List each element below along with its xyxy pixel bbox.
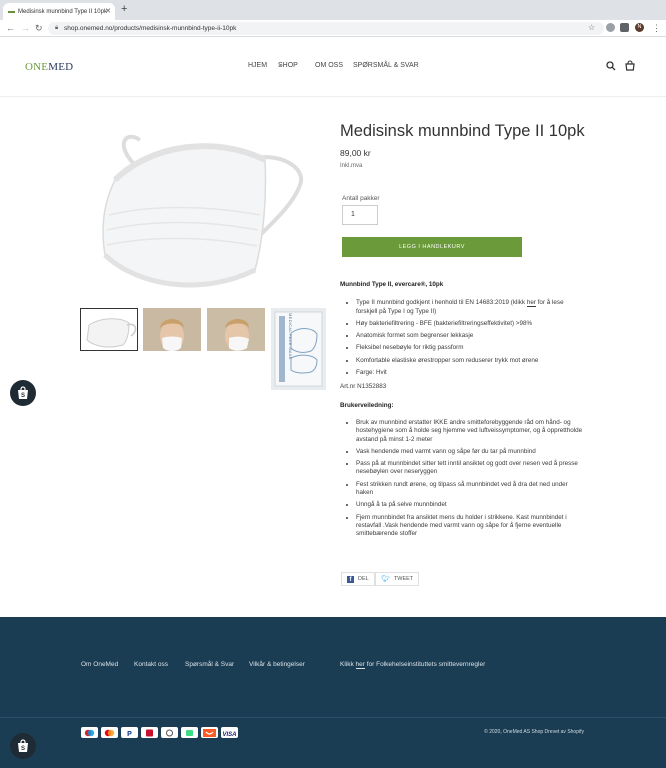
add-to-cart-button[interactable]: LEGG I HANDLEKURV	[342, 237, 522, 257]
article-number: Art.nr N1352883	[340, 383, 387, 391]
vipps-icon	[201, 727, 218, 738]
thumbnail-mask[interactable]	[80, 308, 138, 351]
fhi-pre: Klikk	[340, 661, 356, 668]
thumbnail-package[interactable]: MEDICAL FACE MASK	[271, 308, 326, 390]
footer-link-faq[interactable]: Spørsmål & Svar	[185, 661, 234, 668]
reload-icon[interactable]: ↻	[35, 22, 43, 34]
thumbnail-person-side[interactable]	[207, 308, 265, 351]
feature-item: Farge: Hvit	[356, 369, 585, 377]
usage-heading: Brukerveiledning:	[340, 401, 394, 409]
usage-item: Fjern munnbindet fra ansiktet mens du ho…	[356, 514, 585, 539]
footer-link-kontakt[interactable]: Kontakt oss	[134, 661, 168, 668]
package-box-text: MEDICAL FACE MASK	[288, 313, 293, 360]
url-text: shop.onemed.no/products/medisinsk-munnbi…	[64, 25, 237, 32]
svg-text:VISA: VISA	[222, 732, 236, 737]
footer-bottom	[0, 717, 666, 768]
usage-item: Fest strikken rundt ørene, og tilpass så…	[356, 481, 585, 498]
new-tab-icon[interactable]: +	[121, 4, 127, 15]
usage-list: Bruk av munnbind erstatter IKKE andre sm…	[340, 419, 585, 539]
tab-title: Medisinsk munnbind Type II 10pk	[18, 8, 107, 15]
browser-tab[interactable]: Medisinsk munnbind Type II 10pk ✕	[3, 3, 115, 20]
chevron-down-icon: ⌄	[278, 62, 283, 68]
google-pay-icon	[181, 727, 198, 738]
usage-item: Pass på at munnbindet sitter tett inntil…	[356, 460, 585, 477]
product-price: 89,00 kr	[340, 148, 371, 158]
package-thumb-image	[271, 308, 326, 390]
fhi-link[interactable]: her	[355, 661, 365, 669]
close-tab-icon[interactable]: ✕	[105, 7, 111, 15]
browser-menu-icon[interactable]: ⋮	[652, 22, 661, 34]
product-description: Munnbind Type II, evercare®, 10pk Type I…	[340, 281, 585, 543]
forward-icon[interactable]: →	[21, 22, 30, 34]
maestro-icon	[81, 727, 98, 738]
feature-list: Type II munnbind godkjent i henhold til …	[340, 299, 585, 377]
browser-tab-bar: Medisinsk munnbind Type II 10pk ✕ +	[0, 0, 666, 20]
twitter-icon: 🐦︎	[381, 576, 390, 583]
bankaxept-icon	[141, 727, 158, 738]
extensions-puzzle-icon[interactable]	[620, 23, 629, 32]
address-bar-row: ← → ↻ 🔒︎ shop.onemed.no/products/medisin…	[0, 20, 666, 37]
search-icon[interactable]	[606, 60, 616, 72]
feature-item: Anatomisk formet som begrenser lekkasje	[356, 332, 585, 340]
footer-link-om-onemed[interactable]: Om OneMed	[81, 661, 118, 668]
share-label: DEL	[358, 576, 369, 582]
back-icon[interactable]: ←	[6, 22, 15, 34]
mask-thumb-image	[81, 309, 137, 350]
tweet-label: TWEET	[393, 576, 414, 582]
usage-item: Unngå å ta på selve munnbindet	[356, 501, 585, 509]
person-side-thumb-image	[207, 308, 265, 351]
fhi-post: for Folkehelseinstituttets smittevernreg…	[364, 661, 486, 668]
url-input[interactable]: 🔒︎ shop.onemed.no/products/medisinsk-mun…	[48, 22, 604, 35]
lock-icon: 🔒︎	[55, 25, 59, 31]
vat-note: Inkl.mva	[340, 163, 363, 169]
quantity-label: Antall pakker	[342, 195, 380, 202]
usage-item: Vask hendende med varmt vann og såpe før…	[356, 448, 585, 456]
twitter-share-button[interactable]: 🐦︎ TWEET	[375, 572, 420, 586]
paypal-icon: P	[121, 727, 138, 738]
feature-item: Komfortable elastiske ørestropper som re…	[356, 357, 585, 365]
bookmark-star-icon[interactable]: ☆	[588, 22, 595, 34]
nav-om-oss[interactable]: OM OSS	[315, 62, 343, 69]
svg-text:S: S	[21, 393, 25, 399]
person-front-thumb-image	[143, 308, 201, 351]
thumbnail-person-front[interactable]	[143, 308, 201, 351]
profile-avatar[interactable]: N	[635, 23, 644, 32]
quantity-input[interactable]: 1	[342, 205, 378, 225]
svg-text:S: S	[21, 746, 25, 752]
product-main-image[interactable]	[95, 120, 310, 295]
mastercard-icon	[101, 727, 118, 738]
nav-faq[interactable]: SPØRSMÅL & SVAR	[353, 62, 419, 69]
fhi-notice: Klikk her for Folkehelseinstituttets smi…	[340, 661, 486, 669]
shopping-bag-icon: S	[18, 739, 28, 752]
feature-item: Høy bakteriefiltrering - BFE (bakteriefi…	[356, 320, 585, 328]
tab-favicon	[8, 10, 15, 13]
visa-icon: VISA	[221, 727, 238, 738]
difference-link[interactable]: her	[526, 299, 536, 308]
copyright: © 2020, OneMed AS Shop Drevet av Shopify	[484, 729, 584, 735]
extension-icon[interactable]	[606, 23, 615, 32]
usage-item: Bruk av munnbind erstatter IKKE andre sm…	[356, 419, 585, 444]
nav-hjem[interactable]: HJEM	[248, 62, 267, 69]
shopping-bag-icon: S	[18, 386, 28, 399]
svg-text:P: P	[127, 731, 132, 737]
facebook-icon: f	[347, 575, 354, 583]
feature-item: Fleksibel nesebøyle for riktig passform	[356, 344, 585, 352]
product-subtitle: Munnbind Type II, evercare®, 10pk	[340, 281, 444, 288]
shopify-badge[interactable]: S	[10, 380, 36, 406]
shopify-badge-bottom[interactable]: S	[10, 733, 36, 759]
product-title: Medisinsk munnbind Type II 10pk	[340, 122, 585, 140]
header-divider	[0, 96, 666, 97]
facebook-share-button[interactable]: f DEL	[341, 572, 375, 586]
feature-item: Type II munnbind godkjent i henhold til …	[356, 299, 585, 316]
cart-icon[interactable]	[625, 60, 635, 72]
main-nav: HJEM SHOP ⌄ OM OSS SPØRSMÅL & SVAR	[0, 62, 666, 74]
footer-link-terms[interactable]: Vilkår & betingelser	[249, 661, 305, 668]
apple-pay-icon	[161, 727, 178, 738]
